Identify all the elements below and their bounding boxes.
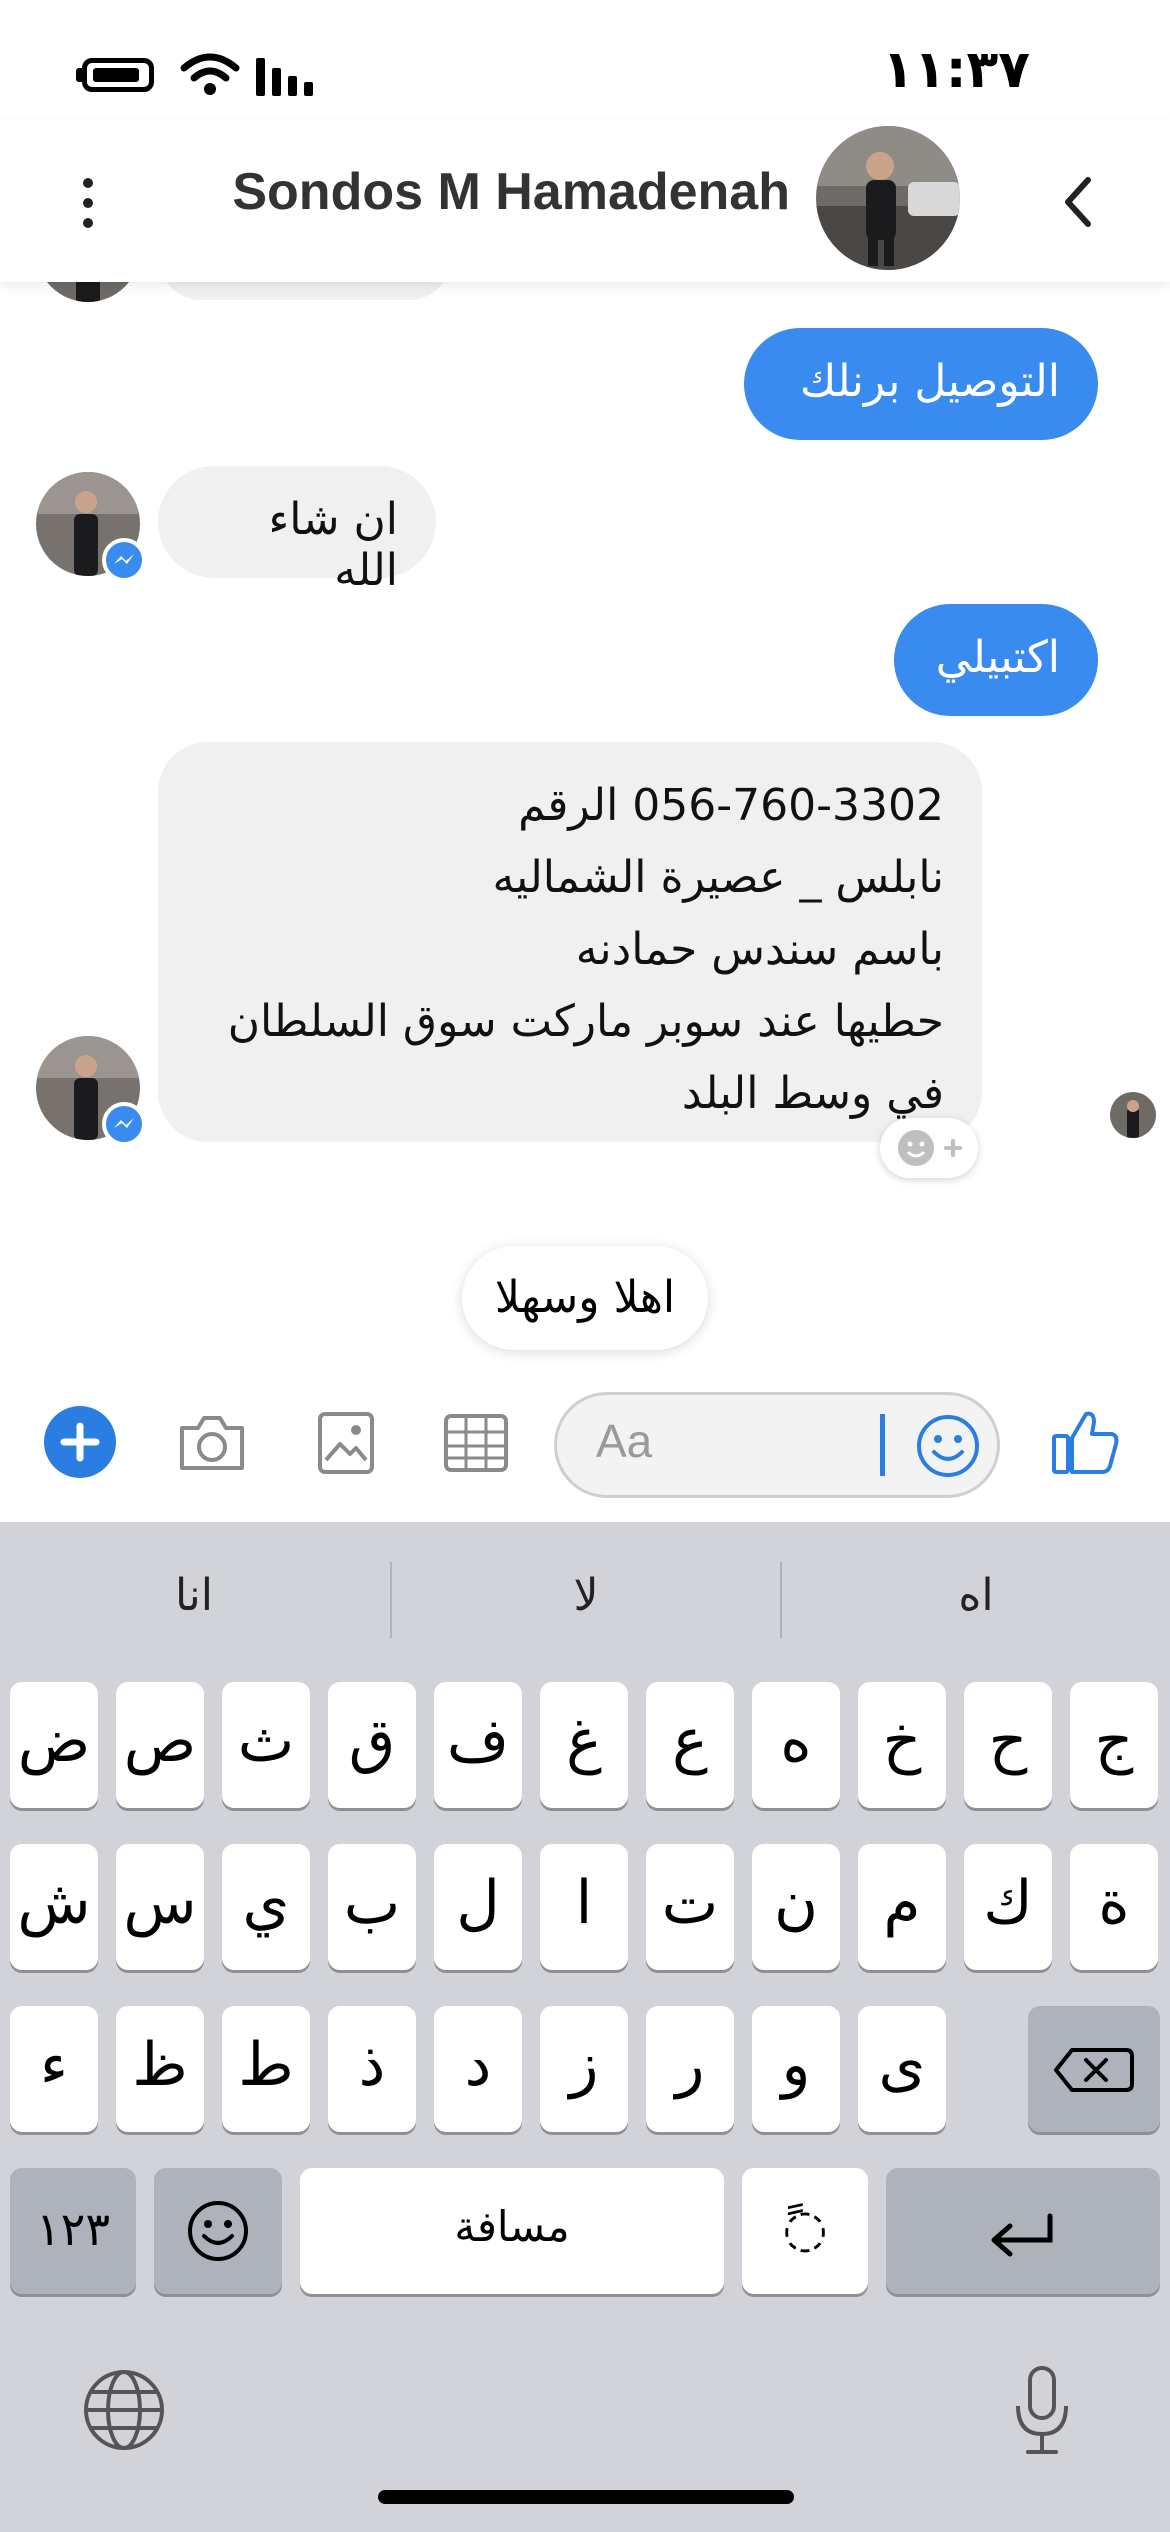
key[interactable]: ذ	[328, 2006, 416, 2132]
return-icon	[991, 2213, 1053, 2257]
key[interactable]: ب	[328, 1844, 416, 1970]
message-bubble-outgoing[interactable]: التوصيل برنلك	[744, 328, 1098, 440]
messenger-badge-icon	[102, 538, 146, 582]
emoji-icon	[188, 2201, 248, 2261]
globe-icon[interactable]	[82, 2368, 166, 2456]
key[interactable]: ش	[10, 1844, 98, 1970]
key[interactable]: ي	[222, 1844, 310, 1970]
key[interactable]: ن	[752, 1844, 840, 1970]
back-chevron-icon[interactable]	[1060, 174, 1096, 234]
contact-name[interactable]: Sondos M Hamadenah	[232, 162, 790, 222]
key[interactable]: ه	[752, 1682, 840, 1808]
key[interactable]: ت	[646, 1844, 734, 1970]
return-key[interactable]	[886, 2168, 1160, 2294]
seen-indicator-avatar	[1110, 1092, 1156, 1138]
status-time: ١١:٣٧	[882, 40, 1030, 100]
message-input-placeholder: Aa	[596, 1415, 653, 1467]
microphone-icon[interactable]	[1012, 2364, 1072, 2460]
camera-icon[interactable]	[176, 1412, 248, 1478]
more-options-icon[interactable]	[78, 172, 98, 232]
emoji-smiley-icon[interactable]	[914, 1412, 982, 1484]
key[interactable]: م	[858, 1844, 946, 1970]
messenger-badge-icon	[102, 1102, 146, 1146]
key[interactable]: ء	[10, 2006, 98, 2132]
key[interactable]: س	[116, 1844, 204, 1970]
key[interactable]: ر	[646, 2006, 734, 2132]
cellular-signal-icon	[252, 58, 316, 100]
key[interactable]: ك	[964, 1844, 1052, 1970]
numbers-key[interactable]: ١٢٣	[10, 2168, 136, 2294]
emoji-key[interactable]	[154, 2168, 282, 2294]
key[interactable]: ى	[858, 2006, 946, 2132]
diacritic-key[interactable]: ◌ً	[742, 2168, 868, 2294]
key[interactable]: ل	[434, 1844, 522, 1970]
key[interactable]: ح	[964, 1682, 1052, 1808]
key[interactable]: ج	[1070, 1682, 1158, 1808]
message-bubble-incoming[interactable]: ان شاء الله	[158, 466, 436, 596]
message-line: 056-760-3302 الرقم	[518, 780, 944, 831]
backspace-icon	[1054, 2048, 1134, 2092]
key[interactable]: ض	[10, 1682, 98, 1808]
key[interactable]: ظ	[116, 2006, 204, 2132]
home-indicator	[378, 2490, 794, 2504]
key[interactable]: ع	[646, 1682, 734, 1808]
key[interactable]: ف	[434, 1682, 522, 1808]
message-line: في وسط البلد	[681, 1068, 944, 1119]
message-bubble-outgoing[interactable]: اكتبيلي	[894, 604, 1098, 716]
key[interactable]: ز	[540, 2006, 628, 2132]
message-line: حطيها عند سوبر ماركت سوق السلطان	[227, 996, 944, 1047]
key[interactable]: غ	[540, 1682, 628, 1808]
key[interactable]: و	[752, 2006, 840, 2132]
backspace-key[interactable]	[1028, 2006, 1160, 2132]
message-line: نابلس _ عصيرة الشماليه	[492, 852, 944, 903]
suggestion-item[interactable]: اه	[782, 1560, 1170, 1632]
battery-icon	[82, 58, 154, 92]
quick-reply-button[interactable]: اهلا وسهلا	[462, 1246, 708, 1350]
contact-avatar[interactable]	[816, 126, 960, 270]
wifi-icon	[180, 52, 240, 100]
key[interactable]: ط	[222, 2006, 310, 2132]
add-reaction-button[interactable]	[880, 1118, 978, 1178]
key[interactable]: ص	[116, 1682, 204, 1808]
key[interactable]: ث	[222, 1682, 310, 1808]
space-key[interactable]: مسافة	[300, 2168, 724, 2294]
thumbs-up-icon[interactable]	[1050, 1408, 1122, 1480]
key[interactable]: ق	[328, 1682, 416, 1808]
key[interactable]: ا	[540, 1844, 628, 1970]
text-caret	[880, 1414, 885, 1476]
message-bubble-incoming[interactable]: 056-760-3302 الرقم نابلس _ عصيرة الشمالي…	[158, 742, 982, 1142]
key[interactable]: ة	[1070, 1844, 1158, 1970]
suggestion-item[interactable]: انا	[0, 1560, 388, 1632]
key[interactable]: خ	[858, 1682, 946, 1808]
key[interactable]: د	[434, 2006, 522, 2132]
message-line: باسم سندس حمادنه	[575, 924, 944, 975]
suggestion-item[interactable]: لا	[392, 1560, 780, 1632]
grid-apps-icon[interactable]	[442, 1412, 510, 1478]
gallery-icon[interactable]	[316, 1410, 376, 1480]
plus-icon[interactable]	[44, 1406, 116, 1478]
